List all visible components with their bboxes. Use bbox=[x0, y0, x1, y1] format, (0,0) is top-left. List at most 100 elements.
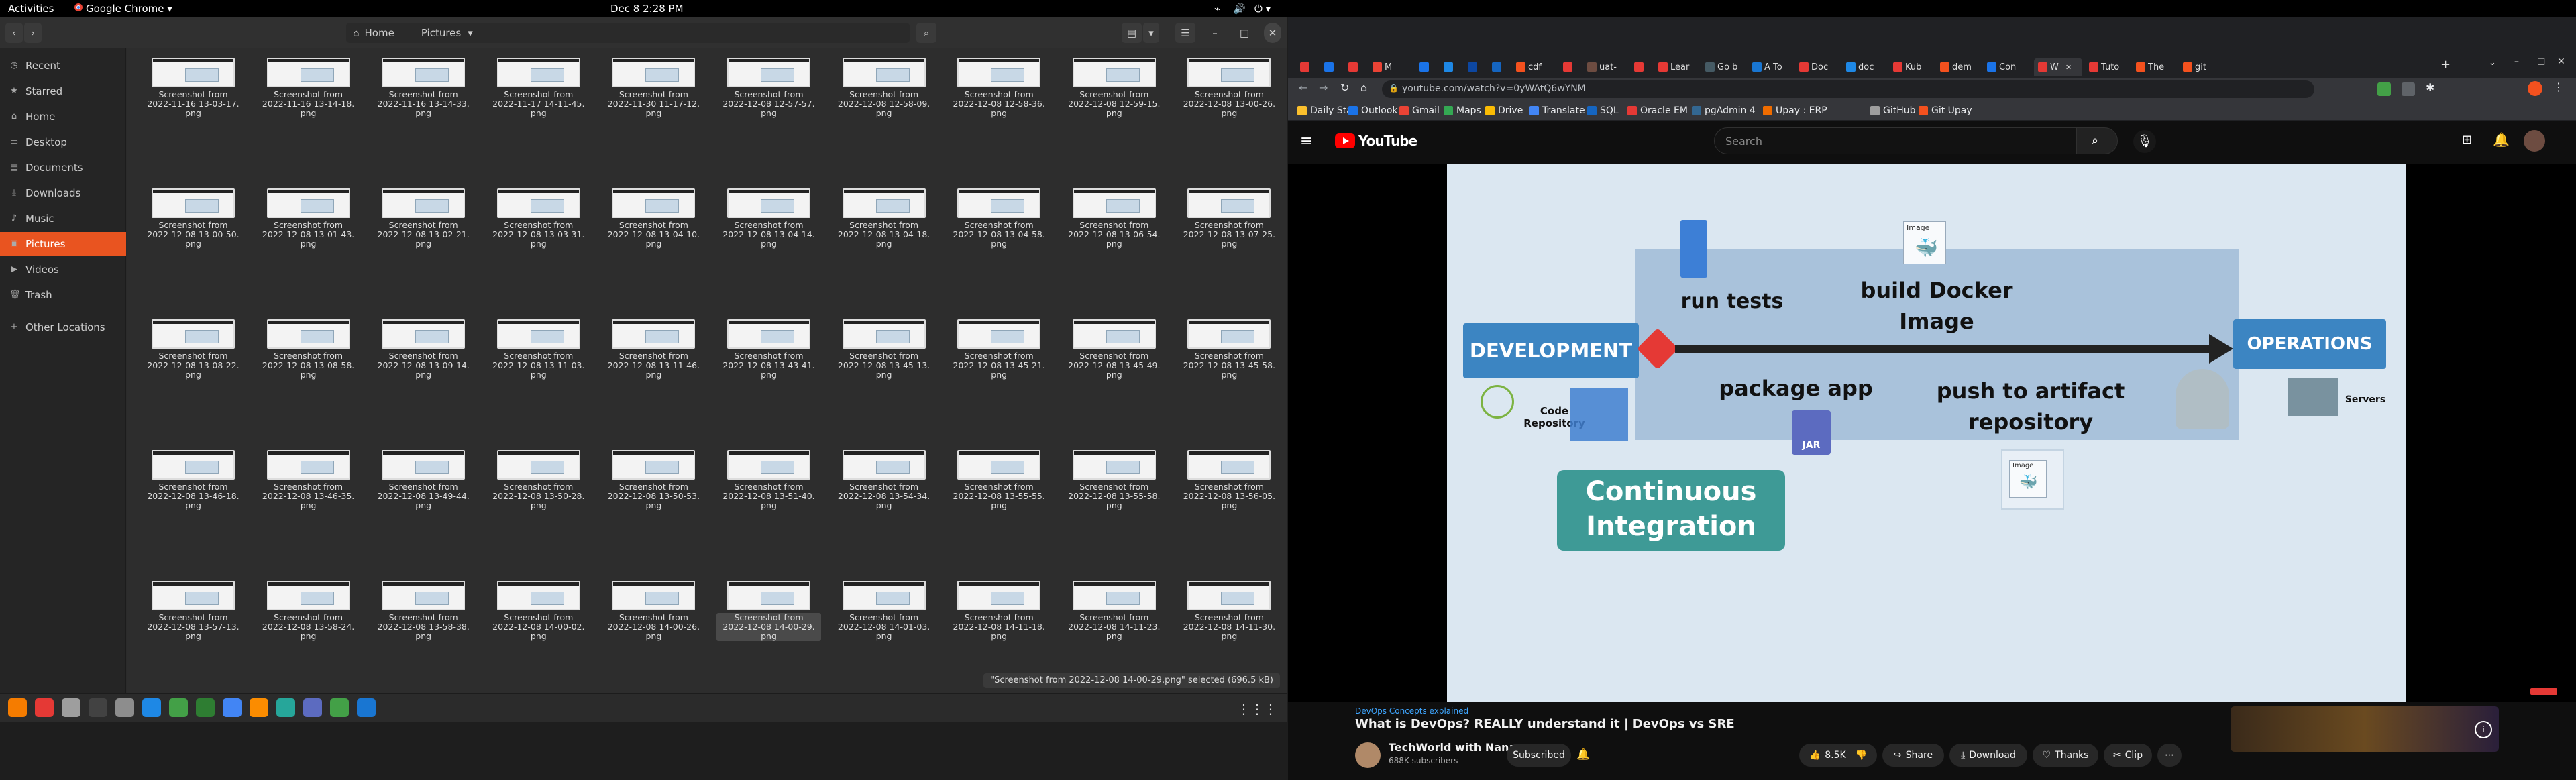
bell-icon[interactable]: 🔔 bbox=[1576, 748, 1590, 761]
dock-app-icon[interactable] bbox=[303, 698, 322, 717]
file-item[interactable]: Screenshot from 2022-12-08 13-45-21. png bbox=[947, 319, 1047, 440]
app-menu[interactable]: Google Chrome ▾ bbox=[86, 3, 172, 15]
file-item[interactable]: Screenshot from 2022-12-08 13-04-10. png bbox=[601, 188, 702, 309]
dock-app-icon[interactable] bbox=[196, 698, 215, 717]
browser-tab[interactable]: Go b bbox=[1705, 58, 1746, 76]
chevron-down-icon[interactable]: ▾ bbox=[468, 27, 473, 39]
dock-app-icon[interactable] bbox=[62, 698, 80, 717]
search-button[interactable]: ⌕ bbox=[916, 23, 936, 43]
browser-tab[interactable] bbox=[1419, 58, 1437, 76]
dock-app-icon[interactable] bbox=[223, 698, 241, 717]
sidebar-item-recent[interactable]: ◷ Recent bbox=[0, 54, 126, 78]
dock-app-icon[interactable] bbox=[276, 698, 295, 717]
file-item[interactable]: Screenshot from 2022-12-08 14-00-29. png bbox=[716, 581, 821, 702]
microphone-icon[interactable]: 🎙 bbox=[2133, 130, 2156, 153]
create-icon[interactable]: ⊞ bbox=[2462, 133, 2472, 147]
dock-app-icon[interactable] bbox=[250, 698, 268, 717]
maximize-icon[interactable]: □ bbox=[2537, 56, 2545, 66]
close-icon[interactable]: ✕ bbox=[2557, 56, 2565, 67]
new-tab-button[interactable]: + bbox=[2440, 58, 2451, 72]
back-icon[interactable]: ← bbox=[1299, 81, 1307, 94]
address-bar[interactable]: 🔒 youtube.com/watch?v=0yWAtQ6wYNM bbox=[1382, 80, 2314, 98]
clock[interactable]: Dec 8 2:28 PM bbox=[610, 3, 684, 15]
file-item[interactable]: Screenshot from 2022-12-08 13-11-46. png bbox=[601, 319, 702, 440]
dock-app-icon[interactable] bbox=[330, 698, 349, 717]
browser-tab[interactable]: Lear bbox=[1658, 58, 1699, 76]
file-item[interactable]: Screenshot from 2022-12-08 13-56-05. png bbox=[1177, 450, 1277, 571]
sidebar-item-other-locations[interactable]: + Other Locations bbox=[0, 315, 126, 339]
view-toggle-button[interactable]: ▤ bbox=[1122, 23, 1142, 43]
video-player[interactable]: DEVELOPMENT OPERATIONS run tests Image 🐳… bbox=[1288, 164, 2576, 702]
browser-tab[interactable] bbox=[1444, 58, 1461, 76]
bookmark-item[interactable]: Outlook bbox=[1348, 105, 1398, 116]
channel-name[interactable]: TechWorld with Nana bbox=[1389, 741, 1516, 754]
file-item[interactable]: Screenshot from 2022-12-08 13-07-25. png bbox=[1177, 188, 1277, 309]
share-button[interactable]: ↪ Share bbox=[1882, 744, 1944, 767]
path-home[interactable]: Home bbox=[365, 27, 394, 39]
sidebar-item-pictures[interactable]: ▣ Pictures bbox=[0, 232, 126, 256]
file-item[interactable]: Screenshot from 2022-12-08 13-50-53. png bbox=[601, 450, 702, 571]
file-item[interactable]: Screenshot from 2022-12-08 13-57-13. png bbox=[141, 581, 241, 702]
file-item[interactable]: Screenshot from 2022-12-08 13-50-28. png bbox=[486, 450, 587, 571]
file-item[interactable]: Screenshot from 2022-12-08 13-43-41. png bbox=[716, 319, 817, 440]
browser-tab[interactable]: Kub bbox=[1893, 58, 1933, 76]
file-item[interactable]: Screenshot from 2022-12-08 13-45-13. png bbox=[832, 319, 932, 440]
dock-app-icon[interactable] bbox=[35, 698, 54, 717]
file-item[interactable]: Screenshot from 2022-12-08 12-59-15. png bbox=[1062, 58, 1163, 178]
browser-tab[interactable]: doc bbox=[1846, 58, 1886, 76]
extension-icon[interactable] bbox=[2377, 82, 2391, 96]
browser-tab[interactable] bbox=[1468, 58, 1485, 76]
bookmark-item[interactable]: Gmail bbox=[1399, 105, 1440, 116]
thanks-button[interactable]: ♡ Thanks bbox=[2033, 744, 2098, 767]
close-button[interactable]: ✕ bbox=[1264, 23, 1281, 43]
file-item[interactable]: Screenshot from 2022-12-08 13-49-44. png bbox=[371, 450, 472, 571]
forward-button[interactable]: › bbox=[24, 23, 42, 43]
browser-tab[interactable] bbox=[1300, 58, 1318, 76]
file-item[interactable]: Screenshot from 2022-12-08 13-04-14. png bbox=[716, 188, 817, 309]
dock-app-icon[interactable] bbox=[142, 698, 161, 717]
file-item[interactable]: Screenshot from 2022-12-08 13-45-58. png bbox=[1177, 319, 1277, 440]
file-item[interactable]: Screenshot from 2022-12-08 12-58-09. png bbox=[832, 58, 932, 178]
browser-tab[interactable]: git bbox=[2183, 58, 2223, 76]
sidebar-item-downloads[interactable]: ⤓ Downloads bbox=[0, 181, 126, 205]
extension-icon[interactable] bbox=[2402, 82, 2415, 96]
file-item[interactable]: Screenshot from 2022-12-08 13-02-21. png bbox=[371, 188, 472, 309]
browser-tab[interactable] bbox=[1348, 58, 1366, 76]
puzzle-icon[interactable]: ✱ bbox=[2426, 81, 2434, 94]
power-icon[interactable]: ⏻ ▾ bbox=[1254, 3, 1271, 15]
browser-tab[interactable]: cdf bbox=[1516, 58, 1556, 76]
channel-watermark[interactable] bbox=[2530, 688, 2557, 695]
search-button[interactable]: ⌕ bbox=[2076, 127, 2118, 154]
browser-tab[interactable]: Con bbox=[1987, 58, 2027, 76]
ad-banner[interactable]: i bbox=[2231, 706, 2499, 752]
bookmark-item[interactable]: Translate bbox=[1529, 105, 1585, 116]
view-options-button[interactable]: ▾ bbox=[1143, 23, 1159, 43]
search-input[interactable]: Search bbox=[1714, 127, 2076, 154]
browser-tab[interactable] bbox=[1634, 58, 1652, 76]
file-item[interactable]: Screenshot from 2022-12-08 13-54-34. png bbox=[832, 450, 932, 571]
browser-tab[interactable] bbox=[1563, 58, 1580, 76]
bookmark-item[interactable]: SQL bbox=[1587, 105, 1619, 116]
download-button[interactable]: ⤓ Download bbox=[1949, 744, 2027, 767]
browser-tab[interactable] bbox=[1324, 58, 1342, 76]
file-item[interactable]: Screenshot from 2022-12-08 13-00-50. png bbox=[141, 188, 241, 309]
network-icon[interactable]: ⌁ bbox=[1214, 3, 1220, 15]
file-item[interactable]: Screenshot from 2022-12-08 13-06-54. png bbox=[1062, 188, 1163, 309]
file-item[interactable]: Screenshot from 2022-12-08 13-08-22. png bbox=[141, 319, 241, 440]
bookmark-item[interactable]: Maps bbox=[1444, 105, 1481, 116]
file-item[interactable]: Screenshot from 2022-12-08 13-08-58. png bbox=[256, 319, 357, 440]
browser-tab[interactable]: Tuto bbox=[2089, 58, 2129, 76]
bookmark-item[interactable]: pgAdmin 4 bbox=[1692, 105, 1756, 116]
file-item[interactable]: Screenshot from 2022-12-08 12-58-36. png bbox=[947, 58, 1047, 178]
channel-avatar[interactable] bbox=[1355, 742, 1381, 768]
file-item[interactable]: Screenshot from 2022-12-08 13-55-55. png bbox=[947, 450, 1047, 571]
file-item[interactable]: Screenshot from 2022-12-08 13-45-49. png bbox=[1062, 319, 1163, 440]
menu-button[interactable]: ☰ bbox=[1175, 23, 1195, 43]
file-item[interactable]: Screenshot from 2022-12-08 13-09-14. png bbox=[371, 319, 472, 440]
more-actions-button[interactable]: ⋯ bbox=[2157, 744, 2182, 767]
bookmark-item[interactable]: Oracle EM bbox=[1627, 105, 1688, 116]
file-item[interactable]: Screenshot from 2022-12-08 13-11-03. png bbox=[486, 319, 587, 440]
file-item[interactable]: Screenshot from 2022-11-30 11-17-12. png bbox=[601, 58, 702, 178]
dock-app-icon[interactable] bbox=[169, 698, 188, 717]
video-category[interactable]: DevOps Concepts explained bbox=[1355, 706, 1468, 716]
